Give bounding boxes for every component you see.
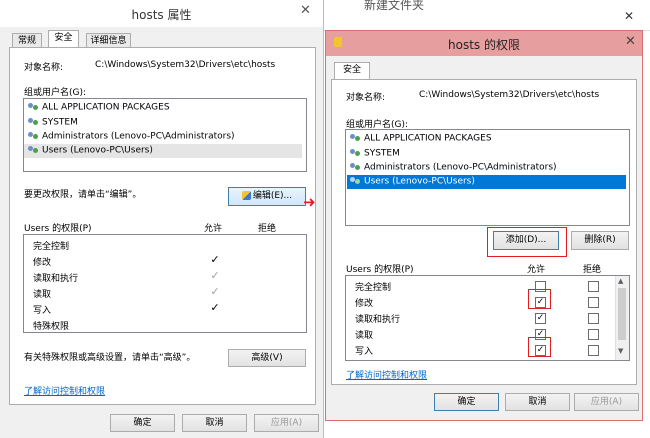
permission-write: 写入 — [355, 347, 374, 357]
list-item[interactable]: SYSTEM — [28, 117, 78, 128]
object-name-value: C:\Windows\System32\Drivers\etc\hosts — [419, 90, 600, 100]
special-permission-hint: 有关特殊权限或高级设置，请单击“高级”。 — [24, 353, 196, 363]
scroll-up-icon[interactable]: ▲ — [618, 277, 623, 285]
permission-read-execute: 读取和执行 — [355, 315, 401, 325]
user-group-icon — [350, 133, 361, 143]
allow-read-execute-checkbox[interactable]: ✓ — [535, 313, 546, 324]
apply-button[interactable]: 应用(A) — [254, 414, 319, 432]
permission-read-execute: 读取和执行 — [33, 274, 79, 284]
deny-write-checkbox[interactable] — [588, 345, 599, 356]
user-list[interactable]: ALL APPLICATION PACKAGES SYSTEM Administ… — [345, 129, 630, 226]
permission-special: 特殊权限 — [33, 322, 70, 332]
permissions-list: 完全控制 修改 ✓ 读取和执行 ✓ 读取 ✓ 写入 ✓ 特殊权限 — [23, 234, 307, 333]
background-window-title: 新建文件夹 — [364, 0, 425, 12]
scroll-down-icon[interactable]: ▼ — [618, 347, 623, 355]
apply-button[interactable]: 应用(A) — [574, 393, 639, 411]
dialog-title: hosts 的权限 — [448, 38, 520, 52]
cancel-button[interactable]: 取消 — [505, 393, 570, 411]
allow-check: ✓ — [210, 269, 220, 282]
allow-header: 允许 — [204, 224, 223, 234]
scrollbar-thumb[interactable] — [618, 288, 626, 340]
user-group-icon — [28, 145, 39, 155]
tab-general[interactable]: 常规 — [12, 33, 42, 48]
allow-check: ✓ — [210, 285, 220, 298]
list-item[interactable]: Users (Lenovo-PC\Users) — [24, 144, 302, 158]
hosts-properties-window: hosts 属性 ✕ 常规 安全 详细信息 对象名称: C:\Windows\S… — [0, 0, 324, 438]
object-name-value: C:\Windows\System32\Drivers\etc\hosts — [95, 60, 276, 70]
user-group-icon — [28, 102, 39, 112]
permission-write: 写入 — [33, 306, 52, 316]
user-group-icon — [350, 148, 361, 158]
allow-check: ✓ — [210, 301, 220, 314]
deny-full-control-checkbox[interactable] — [588, 281, 599, 292]
deny-modify-checkbox[interactable] — [588, 297, 599, 308]
deny-read-execute-checkbox[interactable] — [588, 313, 599, 324]
permission-modify: 修改 — [33, 258, 52, 268]
permission-read: 读取 — [355, 331, 374, 341]
deny-header: 拒绝 — [583, 265, 602, 275]
background-folder-window: 新建文件夹 ✕ — [324, 0, 650, 31]
close-icon[interactable]: ✕ — [300, 3, 311, 18]
cancel-button[interactable]: 取消 — [182, 414, 247, 432]
ok-button[interactable]: 确定 — [434, 393, 499, 411]
permission-full-control: 完全控制 — [355, 283, 392, 293]
list-item[interactable]: SYSTEM — [350, 148, 400, 159]
advanced-button[interactable]: 高级(V) — [228, 349, 306, 367]
deny-header: 拒绝 — [258, 224, 277, 234]
user-group-icon — [28, 117, 39, 127]
group-or-user-label: 组或用户名(G): — [24, 88, 87, 98]
permission-read: 读取 — [33, 290, 52, 300]
user-group-icon — [350, 162, 361, 172]
permissions-header: Users 的权限(P) — [24, 224, 92, 234]
object-name-label: 对象名称: — [346, 93, 386, 103]
highlight-box — [528, 289, 551, 309]
remove-button[interactable]: 删除(R) — [571, 231, 629, 250]
close-icon[interactable]: ✕ — [624, 9, 634, 23]
permissions-header: Users 的权限(P) — [346, 265, 414, 275]
hosts-permissions-dialog: hosts 的权限 ✕ 安全 对象名称: C:\Windows\System32… — [325, 30, 643, 421]
learn-access-control-link[interactable]: 了解访问控制和权限 — [346, 368, 427, 381]
object-name-label: 对象名称: — [24, 63, 64, 73]
window-title: hosts 属性 — [131, 8, 192, 22]
user-list[interactable]: ALL APPLICATION PACKAGES SYSTEM Administ… — [23, 98, 307, 172]
list-item[interactable]: ALL APPLICATION PACKAGES — [28, 102, 170, 113]
ok-button[interactable]: 确定 — [110, 414, 175, 432]
permissions-scrollbar[interactable]: ▲ ▼ — [615, 276, 629, 360]
list-item[interactable]: Administrators (Lenovo-PC\Administrators… — [28, 131, 235, 142]
add-button[interactable]: 添加(D)... — [493, 231, 559, 250]
user-group-icon — [28, 131, 39, 141]
change-permission-hint: 要更改权限，请单击“编辑”。 — [24, 190, 142, 200]
permission-full-control: 完全控制 — [33, 242, 70, 252]
dialog-titlebar: hosts 的权限 ✕ — [326, 31, 642, 56]
deny-read-checkbox[interactable] — [588, 329, 599, 340]
close-icon[interactable]: ✕ — [625, 34, 636, 49]
tab-details[interactable]: 详细信息 — [86, 33, 131, 48]
allow-header: 允许 — [527, 265, 546, 275]
permissions-list: 完全控制 修改 ✓ 读取和执行 ✓ 读取 ✓ 写入 ✓ ▲ ▼ — [345, 275, 630, 361]
list-item[interactable]: ALL APPLICATION PACKAGES — [350, 133, 492, 144]
arrow-icon: ➜ — [303, 193, 316, 211]
highlight-box — [528, 337, 551, 357]
user-group-icon — [350, 176, 361, 186]
allow-check: ✓ — [210, 253, 220, 266]
edit-button[interactable]: 编辑(E)... — [228, 187, 306, 206]
window-titlebar: hosts 属性 ✕ — [0, 0, 323, 27]
permission-modify: 修改 — [355, 299, 374, 309]
list-item-selected[interactable]: Users (Lenovo-PC\Users) — [347, 175, 626, 189]
uac-shield-icon — [241, 191, 251, 200]
learn-access-control-link[interactable]: 了解访问控制和权限 — [24, 384, 105, 397]
list-item[interactable]: Administrators (Lenovo-PC\Administrators… — [350, 162, 557, 173]
